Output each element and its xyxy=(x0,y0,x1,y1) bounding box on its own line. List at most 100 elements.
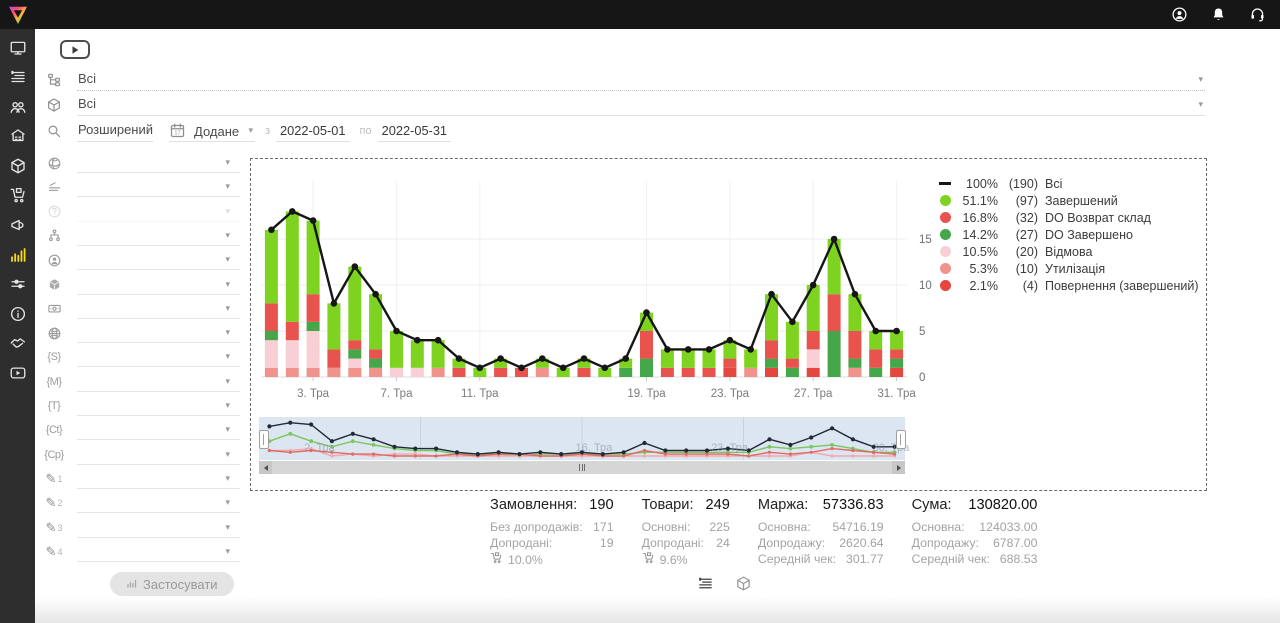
sidebar-item-sliders[interactable] xyxy=(7,275,29,294)
sidebar-item-cart[interactable] xyxy=(7,186,29,205)
total-line-dot xyxy=(352,263,359,270)
sidebar-item-store[interactable] xyxy=(7,127,29,146)
legend-dot-swatch xyxy=(939,246,951,257)
chevron-down-icon: ▾ xyxy=(1198,99,1203,110)
app-logo[interactable] xyxy=(0,0,35,29)
filter-select[interactable]: ▾ xyxy=(77,202,240,222)
view-toggle-package[interactable] xyxy=(734,574,752,592)
filter-select[interactable]: ▾ xyxy=(77,469,240,489)
code-tag-icon: {Cp} xyxy=(43,449,65,461)
stat-sub-value: 301.77 xyxy=(846,551,884,567)
legend-item[interactable]: 14.2%(27)DO Завершено xyxy=(939,226,1201,243)
bar-segment xyxy=(640,331,653,359)
filter-select[interactable]: ▾ xyxy=(77,347,240,367)
filter-select[interactable]: ▾ xyxy=(77,396,240,416)
total-line-dot xyxy=(747,346,754,353)
total-line-dot xyxy=(852,291,859,298)
filter-row-pencil-3: ✎3 ▾ xyxy=(43,516,240,540)
legend-item[interactable]: 100%(190)Всі xyxy=(939,175,1201,192)
chart-navigator[interactable]: 2. Тра16. Тра23. Тра30. Тра xyxy=(259,417,905,474)
headset-icon[interactable] xyxy=(1248,6,1266,24)
stat-sub-label: Основна: xyxy=(912,519,965,535)
legend-item[interactable]: 16.8%(32)DO Возврат склад xyxy=(939,209,1201,226)
product-filter-value: Всі xyxy=(78,96,96,111)
bar-segment xyxy=(828,294,841,331)
filter-select[interactable]: ▾ xyxy=(77,323,240,343)
status-filter-select[interactable]: Всі ▾ xyxy=(77,69,1205,91)
legend-label: DO Возврат склад xyxy=(1045,211,1151,225)
search-mode-select[interactable]: Розширений ▾ xyxy=(77,120,153,142)
navigator-scrollbar[interactable] xyxy=(259,461,905,474)
filter-select[interactable]: ▾ xyxy=(77,226,240,246)
filter-select[interactable]: ▾ xyxy=(77,299,240,319)
date-from-input[interactable]: 2022-05-01 xyxy=(276,121,349,142)
sidebar-item-handshake[interactable] xyxy=(7,334,29,353)
calendar-icon: 17 xyxy=(169,122,186,139)
filter-product-row: Всі ▾ xyxy=(43,94,1205,116)
filter-select[interactable]: ▾ xyxy=(77,542,240,562)
date-from-label: з xyxy=(265,125,270,137)
total-line-dot xyxy=(289,208,296,215)
sidebar-item-package[interactable] xyxy=(7,156,29,175)
scroll-track[interactable] xyxy=(272,464,892,471)
legend-item[interactable]: 5.3%(10)Утилізація xyxy=(939,260,1201,277)
product-filter-select[interactable]: Всі ▾ xyxy=(77,94,1205,116)
bar-segment xyxy=(786,359,799,368)
scroll-right-arrow[interactable] xyxy=(892,461,905,474)
play-icon xyxy=(70,45,80,55)
stat-sub-value: 54716.19 xyxy=(832,519,883,535)
filter-select[interactable]: ▾ xyxy=(77,250,240,270)
orders-chart-svg: 0510153. Тра7. Тра11. Тра19. Тра23. Тра2… xyxy=(259,167,949,413)
bell-icon[interactable] xyxy=(1209,6,1227,24)
filter-select[interactable]: ▾ xyxy=(77,372,240,392)
x-tick-label: 31. Тра xyxy=(877,388,916,400)
video-help-button[interactable] xyxy=(60,40,90,59)
date-to-input[interactable]: 2022-05-31 xyxy=(378,121,451,142)
filter-select[interactable]: ▾ xyxy=(77,177,240,197)
sidebar-item-info[interactable] xyxy=(7,304,29,323)
sidebar-item-monitor[interactable] xyxy=(7,38,29,57)
bar-segment xyxy=(807,331,820,349)
date-field-select[interactable]: 17 Додане ▾ xyxy=(169,120,255,142)
legend-item[interactable]: 2.1%(4)Повернення (завершений) xyxy=(939,277,1201,294)
apply-button[interactable]: Застосувати xyxy=(110,572,234,596)
bar-segment xyxy=(369,349,382,358)
filter-select[interactable]: ▾ xyxy=(77,275,240,295)
legend-item[interactable]: 10.5%(20)Відмова xyxy=(939,243,1201,260)
sidebar-item-megaphone[interactable] xyxy=(7,216,29,235)
sidebar-item-customers[interactable] xyxy=(7,97,29,116)
user-icon[interactable] xyxy=(1170,6,1188,24)
scroll-grip[interactable] xyxy=(579,464,585,471)
total-line-dot xyxy=(727,337,734,344)
filter-select[interactable]: ▾ xyxy=(77,493,240,513)
filter-row-layers: ▾ xyxy=(43,175,240,199)
filter-row-code-tag-Cp: {Cp} ▾ xyxy=(43,443,240,467)
filter-row-globe: ▾ xyxy=(43,321,240,345)
legend-percent: 100% xyxy=(954,177,998,191)
filter-row-hierarchy: ▾ xyxy=(43,224,240,248)
pencil-icon: ✎3 xyxy=(43,520,65,536)
filter-row-code-tag-M: {M}▾ xyxy=(43,370,240,394)
sidebar-item-statistics[interactable] xyxy=(7,245,29,264)
total-line-dot xyxy=(664,346,671,353)
filter-select[interactable]: ▾ xyxy=(77,518,240,538)
filter-select[interactable]: ▾ xyxy=(77,420,240,440)
filter-row-pencil-4: ✎4▾ xyxy=(43,540,240,564)
filter-select[interactable]: ▾ xyxy=(77,445,240,465)
filter-row-cube: ▾ xyxy=(43,273,240,297)
sidebar-item-orders-list[interactable] xyxy=(7,68,29,87)
filter-select[interactable]: ▾ xyxy=(77,153,240,173)
legend-dot-swatch xyxy=(939,212,951,223)
bar-segment xyxy=(765,340,778,358)
navigator-right-handle[interactable] xyxy=(896,430,906,449)
sidebar-item-video[interactable] xyxy=(7,364,29,383)
scroll-left-arrow[interactable] xyxy=(259,461,272,474)
view-toggle-orders-list[interactable] xyxy=(696,574,714,592)
cube-icon xyxy=(43,277,65,292)
legend-item[interactable]: 51.1%(97)Завершений xyxy=(939,192,1201,209)
chevron-down-icon: ▾ xyxy=(146,125,151,136)
navigator-left-handle[interactable] xyxy=(259,430,269,449)
stat-value: 57336.83 xyxy=(823,497,884,513)
bar-segment xyxy=(703,368,716,377)
navigator-ghost-label: 23. Тра xyxy=(711,442,748,454)
